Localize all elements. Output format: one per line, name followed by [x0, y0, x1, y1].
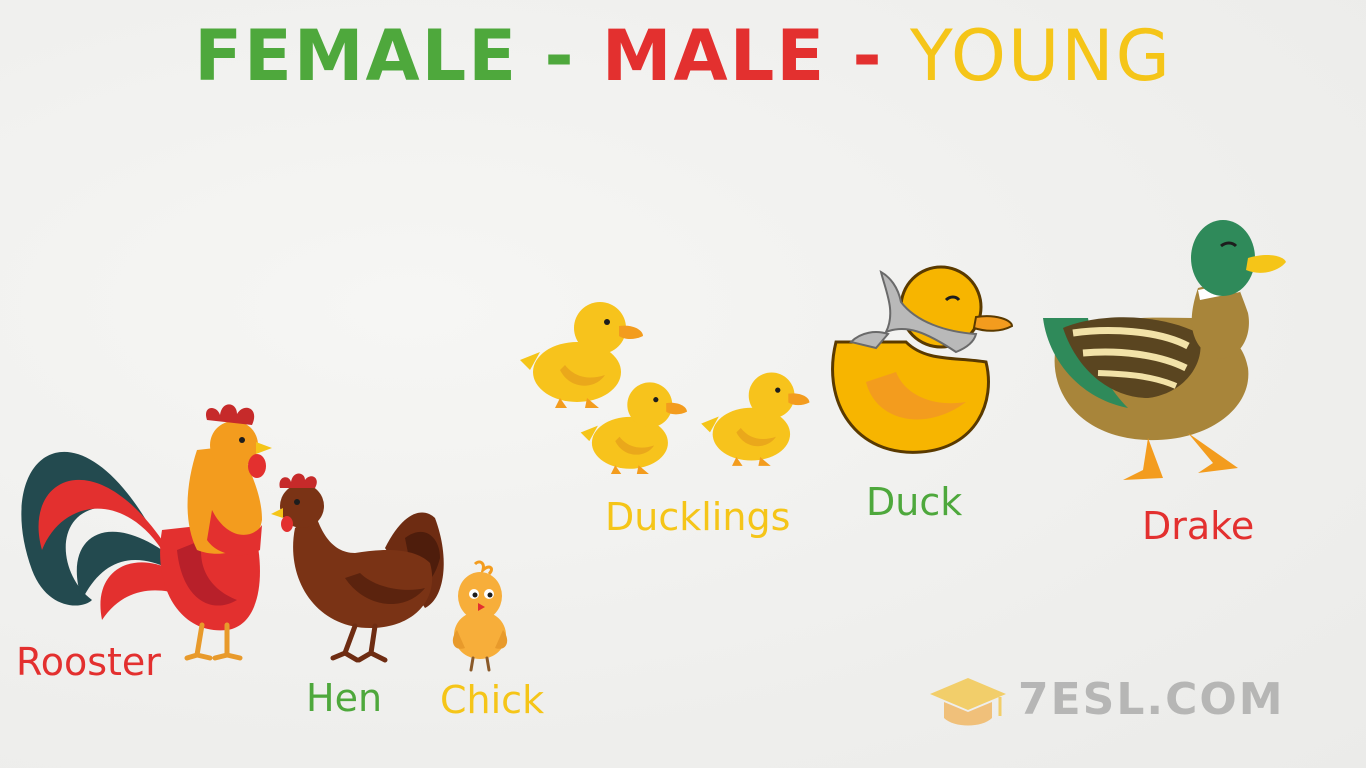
title-separator-2: - [826, 15, 910, 97]
label-rooster: Rooster [16, 640, 161, 684]
duck-icon [831, 265, 1014, 454]
page-title: FEMALE - MALE - YOUNG [0, 14, 1366, 98]
duckling-icon [701, 372, 810, 466]
label-chick: Chick [440, 678, 545, 722]
label-drake: Drake [1142, 504, 1255, 548]
graduation-cap-icon [930, 678, 1006, 726]
chick-icon [452, 560, 508, 672]
title-female: FEMALE [194, 15, 519, 97]
label-duck: Duck [866, 480, 963, 524]
title-male: MALE [601, 15, 827, 97]
hen-icon [271, 473, 444, 663]
label-ducklings: Ducklings [605, 495, 791, 539]
duckling-icon [580, 382, 687, 474]
rooster-icon [21, 404, 272, 661]
title-separator-1: - [518, 15, 602, 97]
brand-logo: 7ESL.COM [928, 672, 1328, 732]
drake-icon [1043, 220, 1286, 480]
title-young: YOUNG [909, 15, 1172, 97]
background: FEMALE - MALE - YOUNG Rooster Hen Chick … [0, 0, 1366, 768]
label-hen: Hen [306, 676, 383, 720]
brand-logo-text: 7ESL.COM [1018, 674, 1285, 725]
